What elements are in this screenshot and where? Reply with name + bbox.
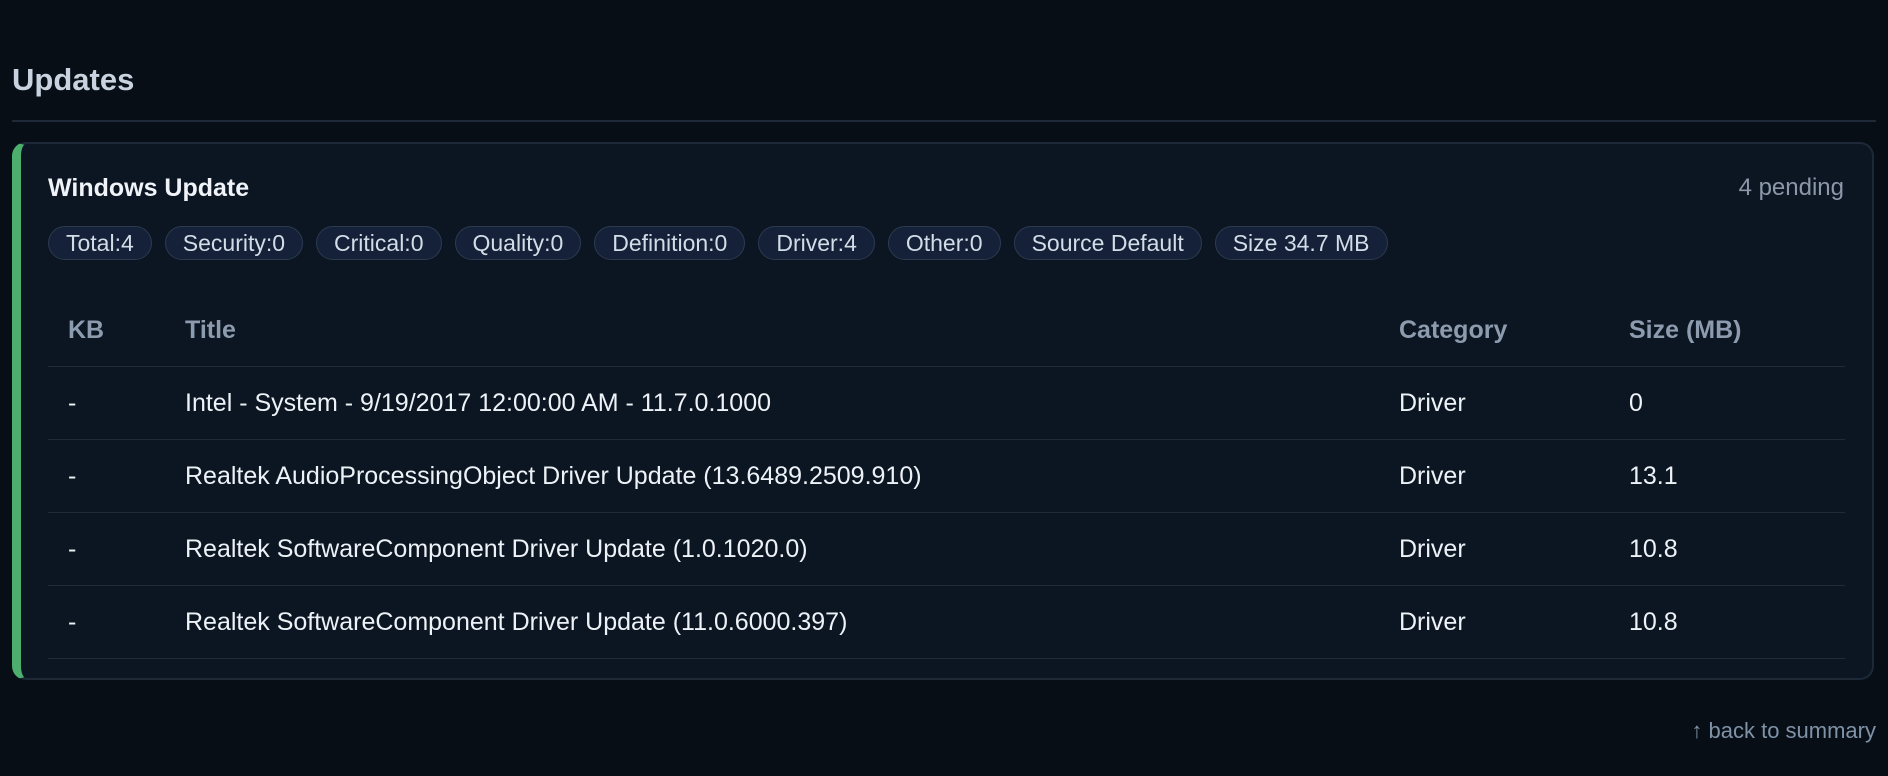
chip-total: Total:4 <box>48 226 152 260</box>
cell-category: Driver <box>1379 366 1609 440</box>
pending-count: 4 pending <box>1738 174 1844 201</box>
cell-size: 10.8 <box>1609 585 1845 659</box>
cell-category: Driver <box>1379 585 1609 659</box>
chip-driver: Driver:4 <box>758 226 875 260</box>
table-row: - Realtek SoftwareComponent Driver Updat… <box>48 512 1845 586</box>
updates-page: Updates Windows Update 4 pending Total:4… <box>0 0 1888 776</box>
table-row: - Realtek AudioProcessingObject Driver U… <box>48 439 1845 513</box>
cell-category: Driver <box>1379 439 1609 513</box>
column-header-category[interactable]: Category <box>1379 294 1609 367</box>
table-row: - Intel - System - 9/19/2017 12:00:00 AM… <box>48 366 1845 440</box>
chip-size: Size 34.7 MB <box>1214 226 1388 260</box>
cell-title: Realtek AudioProcessingObject Driver Upd… <box>165 439 1379 513</box>
cell-kb: - <box>48 366 165 440</box>
summary-chips: Total:4 Security:0 Critical:0 Quality:0 … <box>48 226 1388 260</box>
cell-category: Driver <box>1379 512 1609 586</box>
chip-critical: Critical:0 <box>316 226 442 260</box>
back-to-summary-link[interactable]: ↑ back to summary <box>1691 718 1876 744</box>
chip-other: Other:0 <box>887 226 1001 260</box>
column-header-size[interactable]: Size (MB) <box>1609 294 1845 367</box>
section-title: Updates <box>12 62 135 97</box>
section-divider <box>12 120 1876 122</box>
card-title: Windows Update <box>48 174 250 202</box>
chip-quality: Quality:0 <box>454 226 582 260</box>
updates-table: KB Title Category Size (MB) - Intel - Sy… <box>48 294 1845 659</box>
windows-update-card: Windows Update 4 pending Total:4 Securit… <box>12 142 1874 680</box>
table-row: - Realtek SoftwareComponent Driver Updat… <box>48 585 1845 659</box>
cell-kb: - <box>48 585 165 659</box>
chip-security: Security:0 <box>164 226 304 260</box>
cell-kb: - <box>48 439 165 513</box>
table-header-row: KB Title Category Size (MB) <box>48 294 1845 367</box>
column-header-kb[interactable]: KB <box>48 294 165 367</box>
chip-definition: Definition:0 <box>594 226 746 260</box>
column-header-title[interactable]: Title <box>165 294 1379 367</box>
cell-kb: - <box>48 512 165 586</box>
cell-title: Realtek SoftwareComponent Driver Update … <box>165 585 1379 659</box>
chip-source: Source Default <box>1013 226 1202 260</box>
cell-size: 10.8 <box>1609 512 1845 586</box>
cell-size: 0 <box>1609 366 1845 440</box>
cell-size: 13.1 <box>1609 439 1845 513</box>
cell-title: Realtek SoftwareComponent Driver Update … <box>165 512 1379 586</box>
cell-title: Intel - System - 9/19/2017 12:00:00 AM -… <box>165 366 1379 440</box>
